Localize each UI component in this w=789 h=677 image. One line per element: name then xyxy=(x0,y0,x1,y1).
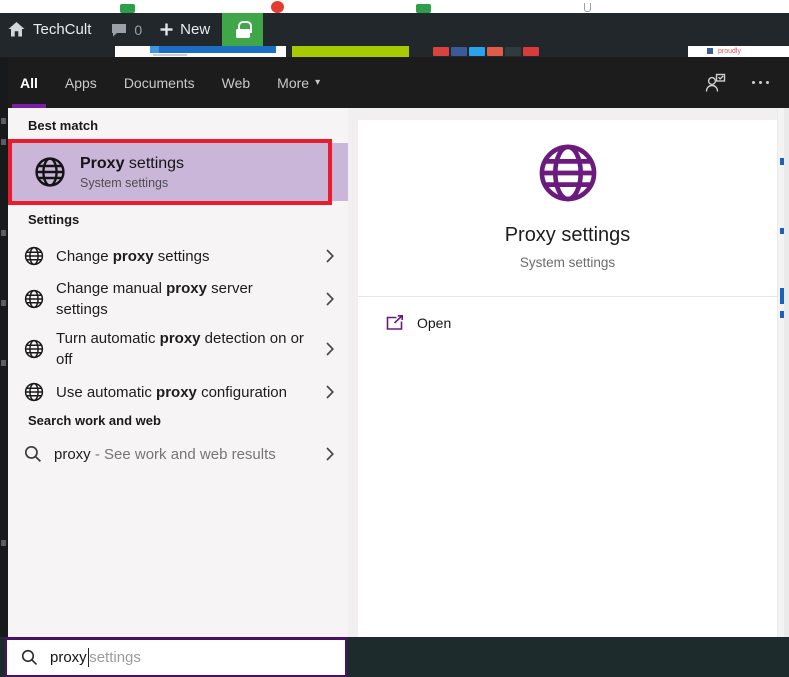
globe-icon xyxy=(34,156,66,188)
settings-result-label: Change manual proxy server settings xyxy=(56,278,308,320)
share-buttons-row xyxy=(433,47,539,56)
settings-results-list: Change proxy settings Change manual prox… xyxy=(8,242,348,406)
new-button[interactable]: New xyxy=(180,21,210,38)
home-icon[interactable] xyxy=(8,22,25,37)
tab-documents[interactable]: Documents xyxy=(124,57,195,108)
globe-icon xyxy=(24,289,44,309)
chevron-right-icon[interactable] xyxy=(326,249,334,263)
share-button[interactable] xyxy=(433,47,449,56)
page-fragment xyxy=(780,228,785,234)
comment-count: 0 xyxy=(134,22,142,38)
chevron-right-icon[interactable] xyxy=(326,292,334,306)
web-search-result[interactable]: proxy - See work and web results xyxy=(8,440,348,468)
divider xyxy=(358,296,777,297)
settings-result-label: Use automatic proxy configuration xyxy=(56,382,308,403)
favicon-green xyxy=(120,4,135,13)
search-input[interactable]: proxy settings xyxy=(5,637,347,677)
chevron-right-icon[interactable] xyxy=(326,385,334,399)
web-result-label: proxy - See work and web results xyxy=(54,444,306,465)
tab-web[interactable]: Web xyxy=(222,57,251,108)
tab-label: Web xyxy=(222,75,251,91)
preview-card: Proxy settings System settings Open xyxy=(358,120,777,637)
globe-icon xyxy=(24,246,44,266)
share-button[interactable] xyxy=(505,47,521,56)
tab-label: More xyxy=(277,75,309,91)
settings-result-label: Turn automatic proxy detection on or off xyxy=(56,328,308,370)
chevron-right-icon[interactable] xyxy=(326,342,334,356)
ssl-lock-button[interactable] xyxy=(222,13,263,46)
search-suggestion-text: settings xyxy=(89,649,141,666)
webpage-text-fragment xyxy=(153,54,187,56)
tab-apps[interactable]: Apps xyxy=(65,57,97,108)
page-fragment xyxy=(780,311,785,318)
search-icon xyxy=(24,445,42,463)
webpage-strip: proudly xyxy=(0,46,789,57)
settings-result-label: Change proxy settings xyxy=(56,246,308,267)
tab-more[interactable]: More ▾ xyxy=(277,57,320,108)
feedback-user-icon[interactable] xyxy=(704,73,726,93)
settings-result-item[interactable]: Change manual proxy server settings xyxy=(8,278,348,320)
scrollbar-track[interactable] xyxy=(777,108,789,637)
preview-pane: Proxy settings System settings Open xyxy=(348,108,777,637)
preview-subtitle: System settings xyxy=(358,255,777,270)
preview-title: Proxy settings xyxy=(358,224,777,247)
social-sidebar-fragment xyxy=(1,300,6,306)
webpage-fragment: proudly xyxy=(688,46,789,57)
browser-tab-strip xyxy=(0,0,789,13)
settings-result-item[interactable]: Change proxy settings xyxy=(8,242,348,270)
page-fragment xyxy=(780,158,785,165)
webpage-blue-bar xyxy=(150,46,276,53)
comments-icon[interactable] xyxy=(111,23,127,37)
social-sidebar-fragment xyxy=(1,540,6,546)
tab-label: All xyxy=(20,75,38,91)
chevron-right-icon[interactable] xyxy=(326,447,334,461)
search-header: All Apps Documents Web More ▾ xyxy=(8,57,789,108)
globe-icon xyxy=(24,339,44,359)
social-sidebar-fragment xyxy=(1,118,6,124)
best-match-header: Best match xyxy=(28,118,98,133)
tab-label: Documents xyxy=(124,75,195,91)
settings-section-header: Settings xyxy=(28,212,79,227)
search-results-pane: Best match Proxy settings System setting… xyxy=(8,108,348,637)
chevron-down-icon: ▾ xyxy=(315,77,320,88)
best-match-result[interactable]: Proxy settings System settings xyxy=(12,143,348,201)
share-button[interactable] xyxy=(451,47,467,56)
globe-icon xyxy=(537,142,599,204)
social-sidebar-fragment xyxy=(1,230,6,236)
plus-icon[interactable] xyxy=(160,23,173,36)
settings-result-item[interactable]: Turn automatic proxy detection on or off xyxy=(8,328,348,370)
best-match-subtitle: System settings xyxy=(80,176,184,190)
search-icon xyxy=(21,649,38,666)
share-button[interactable] xyxy=(487,47,503,56)
open-label: Open xyxy=(417,315,451,331)
favicon-green xyxy=(416,4,431,13)
webpage-text-fragment: proudly xyxy=(718,47,741,56)
share-button[interactable] xyxy=(469,47,485,56)
settings-result-item[interactable]: Use automatic proxy configuration xyxy=(8,378,348,406)
search-query-text: proxy xyxy=(50,649,87,666)
globe-icon xyxy=(24,382,44,402)
tab-label: Apps xyxy=(65,75,97,91)
tab-all[interactable]: All xyxy=(20,57,38,108)
best-match-title: Proxy settings xyxy=(80,155,184,173)
social-sidebar-fragment xyxy=(1,360,6,366)
web-section-header: Search work and web xyxy=(28,413,161,428)
search-header-icons xyxy=(704,57,769,108)
open-icon xyxy=(386,315,404,331)
lock-icon xyxy=(236,21,250,38)
favicon-gray xyxy=(584,3,591,12)
screen: TechCult 0 New proudly A xyxy=(0,0,789,677)
facebook-icon xyxy=(707,48,713,54)
page-fragment xyxy=(780,288,785,304)
search-tabs: All Apps Documents Web More ▾ xyxy=(20,57,320,108)
social-sidebar-fragment xyxy=(1,139,6,145)
wp-admin-bar: TechCult 0 New xyxy=(0,13,789,46)
open-action[interactable]: Open xyxy=(358,315,777,331)
share-button[interactable] xyxy=(523,47,539,56)
site-name[interactable]: TechCult xyxy=(33,21,91,38)
webpage-left-edge xyxy=(0,57,8,637)
more-options-icon[interactable] xyxy=(752,81,769,84)
webpage-green-block xyxy=(292,46,409,57)
favicon-red xyxy=(271,1,284,13)
